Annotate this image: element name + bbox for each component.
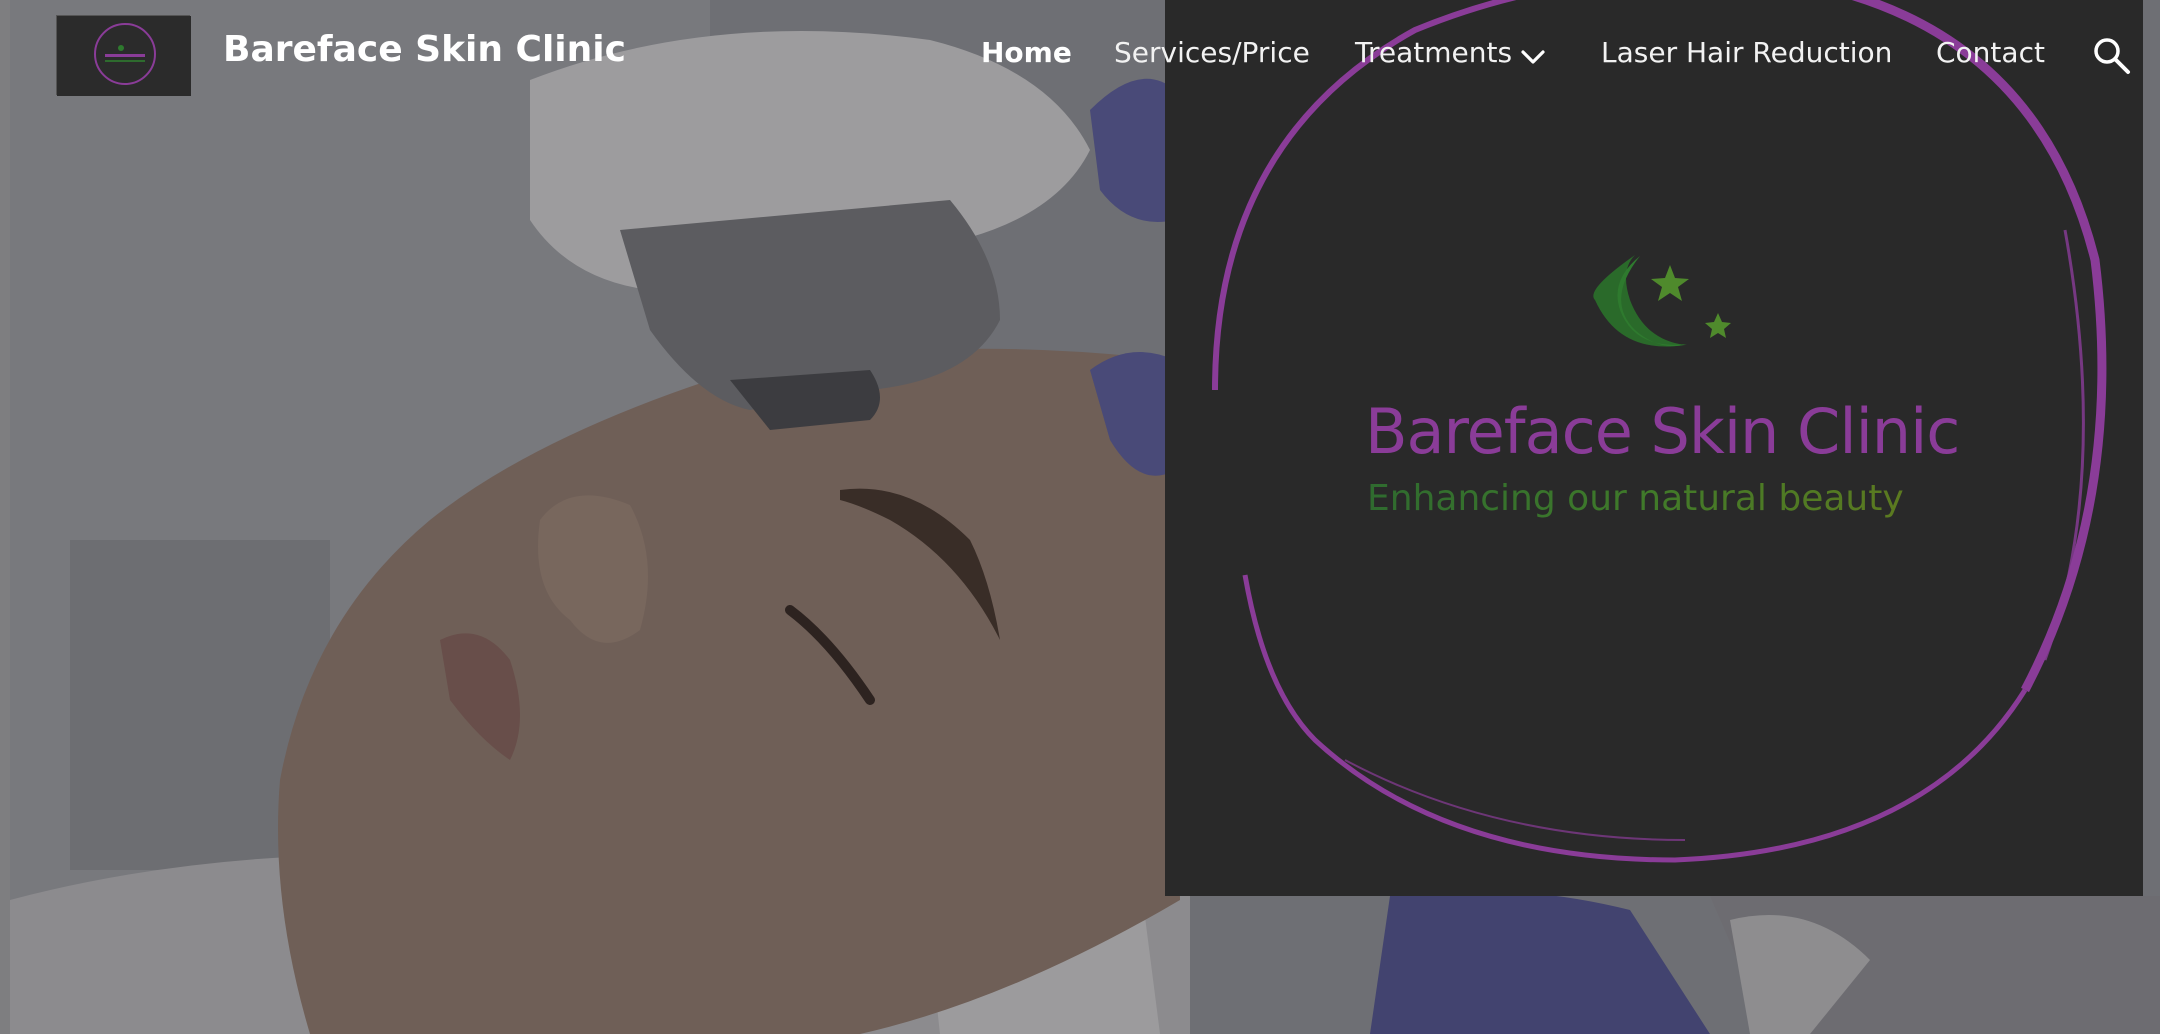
site-title[interactable]: Bareface Skin Clinic <box>223 29 626 70</box>
moon-and-stars-icon <box>1593 255 1731 347</box>
logo-thumbnail-icon <box>57 16 191 96</box>
nav-item-services-price[interactable]: Services/Price <box>1114 36 1310 69</box>
page-left-edge <box>0 0 10 1034</box>
logo-title: Bareface Skin Clinic <box>1365 395 1960 468</box>
logo-tagline: Enhancing our natural beauty <box>1367 478 1904 519</box>
logo-panel: Bareface Skin Clinic Enhancing our natur… <box>1165 0 2143 896</box>
nav-item-home[interactable]: Home <box>981 36 1072 69</box>
chevron-down-icon[interactable] <box>1520 48 1546 66</box>
nav-item-laser-hair-reduction[interactable]: Laser Hair Reduction <box>1601 36 1892 69</box>
site-header: Bareface Skin Clinic Home Services/Price… <box>0 0 2160 110</box>
site-logo-thumbnail[interactable] <box>56 15 191 96</box>
nav-item-contact[interactable]: Contact <box>1936 36 2045 69</box>
nav-item-treatments[interactable]: Treatments <box>1355 36 1512 69</box>
search-icon[interactable] <box>2092 36 2132 76</box>
